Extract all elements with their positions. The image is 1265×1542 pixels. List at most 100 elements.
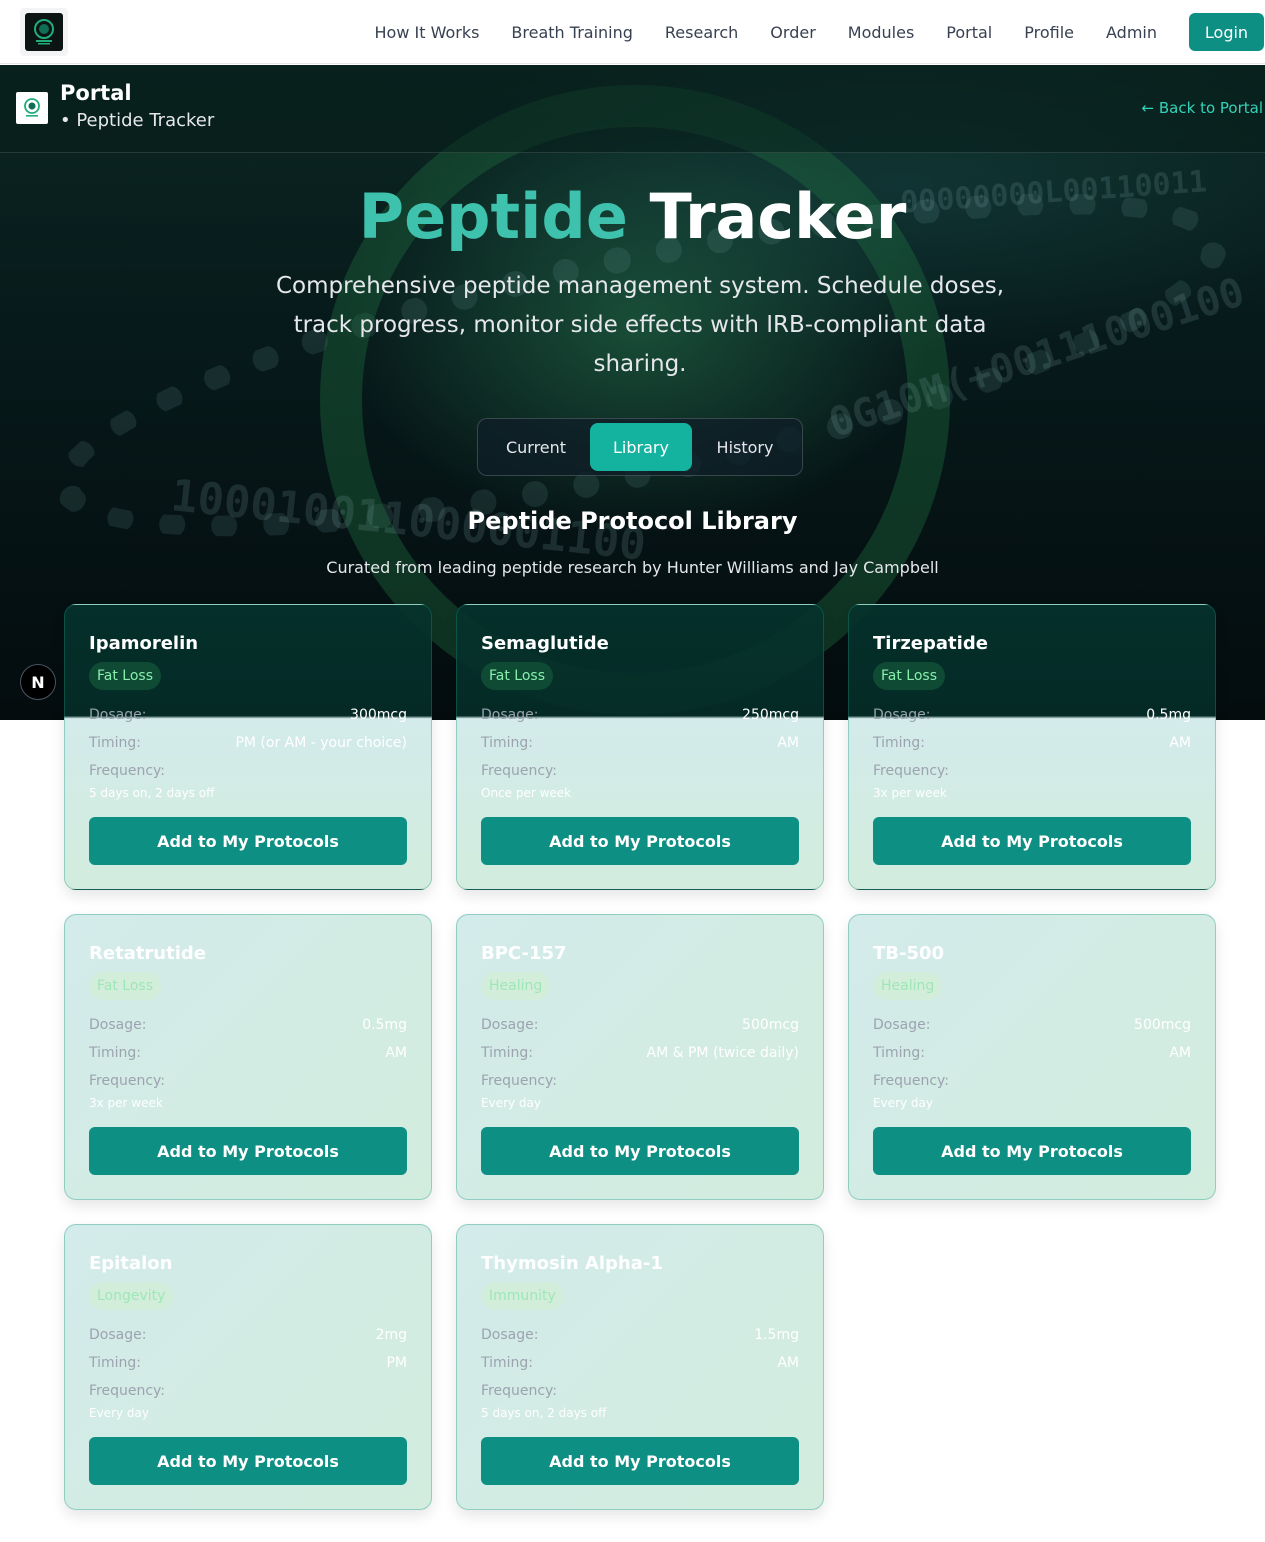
category-badge: Fat Loss — [873, 662, 945, 690]
frequency-value: 5 days on, 2 days off — [89, 786, 215, 800]
protocol-card: BPC-157 Healing Dosage: 500mcg Timing: A… — [456, 914, 824, 1200]
dosage-label: Dosage: — [89, 707, 147, 723]
dosage-label: Dosage: — [873, 1017, 931, 1033]
card-title: BPC-157 — [481, 943, 567, 964]
library-subtitle: Curated from leading peptide research by… — [326, 558, 939, 577]
add-to-protocols-button[interactable]: Add to My Protocols — [89, 1127, 407, 1175]
page-title-accent: Peptide — [358, 180, 628, 253]
portal-header-bar: Portal • Peptide Tracker ← Back to Porta… — [0, 65, 1265, 153]
portal-subtitle: • Peptide Tracker — [60, 110, 215, 131]
category-badge: Longevity — [89, 1282, 174, 1310]
frequency-label: Frequency: — [481, 1073, 558, 1089]
timing-label: Timing: — [89, 1045, 142, 1061]
timing-value: AM — [777, 1355, 799, 1371]
frequency-value: Once per week — [481, 786, 572, 800]
add-to-protocols-button[interactable]: Add to My Protocols — [873, 817, 1191, 865]
card-title: Semaglutide — [481, 633, 609, 654]
tracker-tabs: Current Library History — [477, 418, 803, 476]
card-title: TB-500 — [873, 943, 945, 964]
nav-link-how-it-works[interactable]: How It Works — [375, 23, 480, 42]
top-navbar: How It Works Breath Training Research Or… — [0, 0, 1265, 64]
dosage-value: 500mcg — [1134, 1017, 1191, 1033]
dosage-label: Dosage: — [873, 707, 931, 723]
add-to-protocols-button[interactable]: Add to My Protocols — [481, 1127, 799, 1175]
nav-link-breath-training[interactable]: Breath Training — [511, 23, 632, 42]
nav-link-portal[interactable]: Portal — [946, 23, 992, 42]
dna-logo-icon — [16, 92, 48, 124]
nav-link-modules[interactable]: Modules — [848, 23, 915, 42]
frequency-value: 5 days on, 2 days off — [481, 1406, 607, 1420]
frequency-value: 3x per week — [89, 1096, 163, 1110]
frequency-label: Frequency: — [89, 1073, 166, 1089]
frequency-value: Every day — [873, 1096, 933, 1110]
add-to-protocols-button[interactable]: Add to My Protocols — [89, 817, 407, 865]
timing-label: Timing: — [873, 735, 926, 751]
protocol-card: Thymosin Alpha-1 Immunity Dosage: 1.5mg … — [456, 1224, 824, 1510]
dosage-label: Dosage: — [481, 707, 539, 723]
page-title-main: Tracker — [649, 180, 907, 253]
frequency-label: Frequency: — [873, 1073, 950, 1089]
add-to-protocols-button[interactable]: Add to My Protocols — [481, 817, 799, 865]
timing-label: Timing: — [89, 735, 142, 751]
timing-label: Timing: — [873, 1045, 926, 1061]
page-title: Peptide Tracker — [0, 181, 1265, 253]
nav-link-admin[interactable]: Admin — [1106, 23, 1157, 42]
dosage-value: 1.5mg — [754, 1327, 799, 1343]
card-title: Retatrutide — [89, 943, 206, 964]
page-description: Comprehensive peptide management system.… — [275, 273, 1005, 377]
frequency-value: Every day — [481, 1096, 541, 1110]
timing-label: Timing: — [89, 1355, 142, 1371]
category-badge: Healing — [481, 972, 551, 1000]
timing-value: PM — [386, 1355, 407, 1371]
nav-links: How It Works Breath Training Research Or… — [375, 0, 1265, 64]
timing-value: AM — [385, 1045, 407, 1061]
protocol-card: Tirzepatide Fat Loss Dosage: 0.5mg Timin… — [848, 604, 1216, 890]
add-to-protocols-button[interactable]: Add to My Protocols — [873, 1127, 1191, 1175]
frequency-label: Frequency: — [89, 763, 166, 779]
protocol-card: Semaglutide Fat Loss Dosage: 250mcg Timi… — [456, 604, 824, 890]
protocol-card: Ipamorelin Fat Loss Dosage: 300mcg Timin… — [64, 604, 432, 890]
dna-logo-icon — [25, 13, 63, 51]
dosage-label: Dosage: — [481, 1327, 539, 1343]
protocol-card: Retatrutide Fat Loss Dosage: 0.5mg Timin… — [64, 914, 432, 1200]
frequency-label: Frequency: — [873, 763, 950, 779]
category-badge: Fat Loss — [89, 662, 161, 690]
frequency-label: Frequency: — [89, 1383, 166, 1399]
portal-title: Portal — [60, 81, 132, 105]
back-to-portal-link[interactable]: ← Back to Portal — [1142, 99, 1263, 117]
timing-label: Timing: — [481, 1045, 534, 1061]
category-badge: Fat Loss — [89, 972, 161, 1000]
timing-value: PM (or AM - your choice) — [235, 735, 407, 751]
add-to-protocols-button[interactable]: Add to My Protocols — [481, 1437, 799, 1485]
tab-library[interactable]: Library — [590, 423, 692, 471]
timing-label: Timing: — [481, 1355, 534, 1371]
card-title: Thymosin Alpha-1 — [481, 1253, 663, 1274]
add-to-protocols-button[interactable]: Add to My Protocols — [89, 1437, 407, 1485]
card-title: Ipamorelin — [89, 633, 199, 654]
floating-n-badge[interactable]: N — [20, 664, 56, 700]
card-title: Epitalon — [89, 1253, 173, 1274]
timing-value: AM — [1169, 1045, 1191, 1061]
dosage-value: 500mcg — [742, 1017, 799, 1033]
timing-label: Timing: — [481, 735, 534, 751]
dosage-label: Dosage: — [89, 1327, 147, 1343]
library-title: Peptide Protocol Library — [467, 507, 798, 535]
dosage-label: Dosage: — [481, 1017, 539, 1033]
login-button[interactable]: Login — [1189, 13, 1264, 51]
tab-history[interactable]: History — [692, 423, 798, 471]
category-badge: Fat Loss — [481, 662, 553, 690]
frequency-value: 3x per week — [873, 786, 947, 800]
card-title: Tirzepatide — [873, 633, 988, 654]
dosage-value: 0.5mg — [1146, 707, 1191, 723]
timing-value: AM — [1169, 735, 1191, 751]
protocol-card: TB-500 Healing Dosage: 500mcg Timing: AM… — [848, 914, 1216, 1200]
nav-link-research[interactable]: Research — [665, 23, 738, 42]
timing-value: AM & PM (twice daily) — [646, 1045, 800, 1061]
protocol-card: Epitalon Longevity Dosage: 2mg Timing: P… — [64, 1224, 432, 1510]
nav-link-order[interactable]: Order — [770, 23, 815, 42]
site-logo[interactable] — [20, 8, 68, 56]
dosage-value: 300mcg — [350, 707, 407, 723]
timing-value: AM — [777, 735, 799, 751]
nav-link-profile[interactable]: Profile — [1024, 23, 1074, 42]
tab-current[interactable]: Current — [482, 423, 590, 471]
